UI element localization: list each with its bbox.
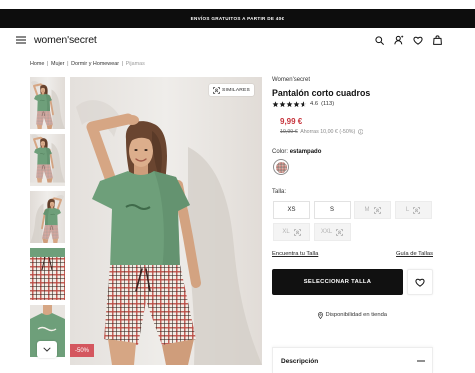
size-selector: XS S M L XL XXL [273,201,432,241]
user-icon[interactable] [394,35,404,45]
promo-bar: ENVÍOS GRATUITOS A PARTIR DE 40€ [0,9,475,28]
star-icon [286,101,293,108]
info-icon[interactable] [357,129,364,135]
size-option[interactable]: XS [273,201,310,219]
breadcrumb: Home | Mujer | Dormir y Homewear | Pijam… [30,61,145,68]
search-icon[interactable] [374,35,384,45]
accordion-header[interactable]: Descripción [273,348,432,373]
original-price: 19,99 € [280,128,298,135]
wishlist-button[interactable] [407,269,433,295]
size-guide-link[interactable]: Guía de Tallas [396,251,433,258]
heart-icon[interactable] [413,35,423,45]
gallery-thumbnail[interactable] [30,191,65,243]
site-logo[interactable]: women'secret [34,33,97,47]
similar-icon [374,207,381,214]
star-icon [272,101,279,108]
product-photo [70,77,262,365]
discount-badge: -50% [70,344,94,357]
size-option-label: M [364,207,370,213]
star-icon [300,101,304,108]
accordion-title: Descripción [281,357,319,365]
product-page: ENVÍOS GRATUITOS A PARTIR DE 40€ women's… [0,0,475,373]
color-selection: Color: estampado [272,148,321,156]
size-label: Talla: [272,188,287,195]
size-option[interactable]: S [313,201,351,219]
heart-icon [415,278,425,287]
savings-text: Ahorras 10,00 € (-50%) [300,128,356,135]
location-pin-icon [318,311,323,319]
current-price: 9,99 € [280,117,303,126]
find-size-link[interactable]: Encuentra tu Talla [272,251,318,258]
select-size-button[interactable]: SELECCIONAR TALLA [272,269,403,295]
size-option[interactable]: M [354,201,391,219]
gallery-thumbnail[interactable] [30,134,65,186]
chevron-down-icon [43,347,51,352]
size-option-label: S [329,207,334,213]
color-value: estampado [289,148,322,155]
bag-icon[interactable] [432,35,442,45]
size-option-label: XS [287,207,296,213]
size-option-label: XL [282,229,290,235]
similar-products-button[interactable]: SIMILARES [209,84,254,96]
store-availability-link[interactable]: Disponibilidad en tienda [272,311,433,319]
product-main-image[interactable] [70,77,262,365]
size-option-label: L [405,207,410,213]
color-swatch[interactable] [273,159,289,175]
similar-icon [336,229,343,236]
breadcrumb-separator: | [67,60,69,67]
menu-icon[interactable] [15,35,26,45]
star-icon [279,101,286,108]
description-accordion: Descripción [272,347,433,373]
size-option-label: XXL [320,229,333,235]
minus-icon [417,360,425,362]
breadcrumb-item[interactable]: Home [30,61,44,68]
color-label: Color: [272,148,289,155]
similar-icon [413,207,420,214]
star-icon [293,101,300,108]
rating-value: 4.6 [310,101,319,107]
promo-text: ENVÍOS GRATUITOS A PARTIR DE 40€ [190,16,285,21]
size-option[interactable]: XXL [313,223,351,241]
size-option[interactable]: XL [273,223,310,241]
gallery-thumbnail[interactable] [30,77,65,129]
similar-label: SIMILARES [222,87,250,93]
gallery-scroll-down-button[interactable] [37,341,57,358]
rating-stars-fill [272,101,304,108]
breadcrumb-current: Pijamas [125,60,145,67]
store-availability-label: Disponibilidad en tienda [325,312,388,318]
gallery-thumbnail[interactable] [30,248,65,300]
product-rating[interactable]: 4.6 (113) [272,101,334,108]
breadcrumb-separator: | [121,60,123,67]
rating-count: (113) [321,101,335,107]
breadcrumb-item[interactable]: Mujer [51,61,64,68]
price-details: 19,99 € Ahorras 10,00 € (-50%) [280,128,364,136]
similar-icon [294,229,301,236]
product-brand: Women'secret [272,77,311,83]
product-title: Pantalón corto cuadros [272,87,371,98]
rating-stars [272,101,307,108]
breadcrumb-separator: | [46,60,49,67]
similar-icon [213,87,220,94]
breadcrumb-item[interactable]: Dormir y Homewear [71,61,119,68]
size-option[interactable]: L [394,201,432,219]
